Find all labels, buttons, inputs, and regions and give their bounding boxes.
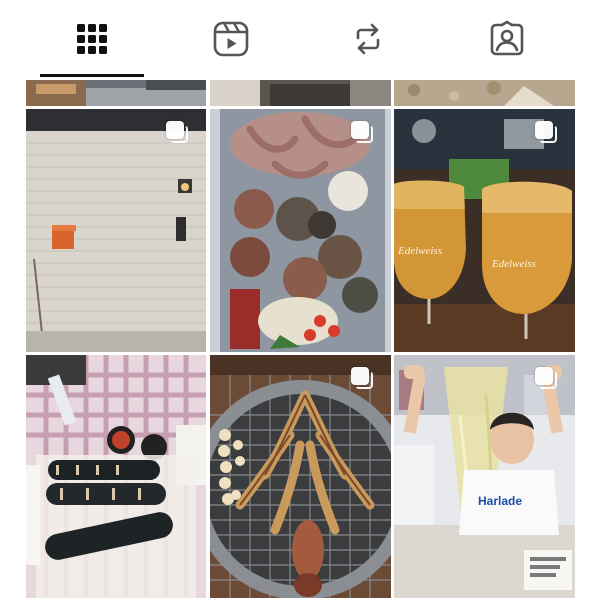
post-thumbnail[interactable] [210,109,391,352]
post-thumbnail[interactable]: Edelweiss Edelweiss [394,109,575,352]
post-thumbnail[interactable] [210,80,391,106]
post-photo-seafood-platter [210,109,391,352]
post-photo [210,80,391,106]
post-photo-child-slime: Harlade [394,355,575,598]
post-photo-grilled-squid [210,355,391,598]
post-photo-beer-glasses: Edelweiss Edelweiss [394,109,575,352]
multiple-photos-icon [351,367,375,391]
post-photo [26,80,206,106]
multiple-photos-icon [535,121,559,145]
multiple-photos-icon [535,367,559,391]
profile-posts-screen: Edelweiss Edelweiss Harlade [0,0,600,600]
multiple-photos-icon [351,121,375,145]
posts-grid: Edelweiss Edelweiss Harlade [0,0,600,600]
multiple-photos-icon [166,121,190,145]
post-thumbnail[interactable] [210,355,391,598]
post-photo [394,80,575,106]
beer-glass-brand-text: Edelweiss [491,258,536,270]
post-photo-kimbap [26,355,206,598]
post-thumbnail[interactable] [394,80,575,106]
post-photo-brick-wall [26,109,206,352]
beer-glass-brand-text: Edelweiss [397,245,442,257]
post-thumbnail[interactable] [26,80,206,106]
post-thumbnail[interactable] [26,109,206,352]
post-thumbnail[interactable]: Harlade [394,355,575,598]
shirt-print-text: Harlade [478,494,522,508]
post-thumbnail[interactable] [26,355,206,598]
